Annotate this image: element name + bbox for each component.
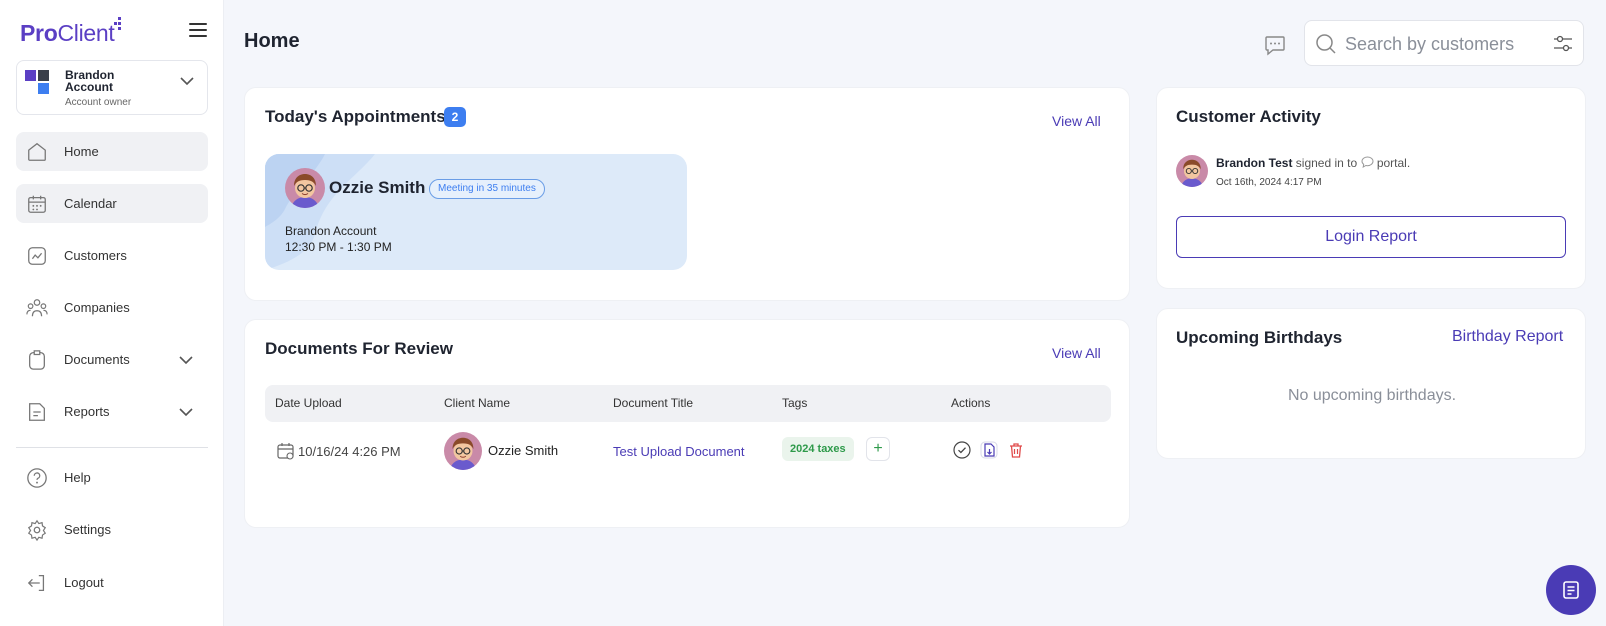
account-switcher[interactable]: Brandon Account Account owner (16, 60, 208, 115)
documents-view-all-link[interactable]: View All (1052, 345, 1101, 361)
add-tag-button[interactable]: + (866, 437, 890, 461)
table-header: Date Upload Client Name Document Title T… (265, 385, 1111, 422)
sidebar-item-label: Calendar (64, 196, 117, 211)
gear-icon (27, 519, 47, 541)
avatar (444, 432, 482, 470)
chevron-down-icon (179, 408, 193, 417)
sidebar-divider (16, 447, 208, 448)
column-header[interactable]: Document Title (613, 396, 693, 410)
sidebar-item-companies[interactable]: Companies (16, 288, 208, 327)
calendar-icon (277, 443, 294, 460)
sidebar-item-settings[interactable]: Settings (16, 510, 208, 549)
help-icon (27, 468, 47, 488)
appointments-title: Today's Appointments (265, 107, 446, 126)
search-input[interactable] (1345, 31, 1545, 57)
upload-date: 10/16/24 4:26 PM (298, 444, 401, 459)
tag-chip[interactable]: 2024 taxes (782, 437, 854, 461)
appointment-time: 12:30 PM - 1:30 PM (285, 240, 392, 254)
birthdays-title: Upcoming Birthdays (1176, 328, 1343, 347)
sidebar-item-label: Companies (64, 300, 130, 315)
people-icon (26, 299, 48, 317)
sidebar-item-label: Home (64, 144, 99, 159)
documents-card: Documents For Review View All Date Uploa… (244, 319, 1130, 528)
calendar-icon (28, 195, 46, 213)
column-header[interactable]: Actions (951, 396, 990, 410)
avatar (285, 168, 325, 208)
column-header[interactable]: Tags (782, 396, 807, 410)
chart-icon (28, 247, 46, 265)
chat-bubble-icon (1360, 156, 1374, 168)
birthday-report-link[interactable]: Birthday Report (1452, 328, 1563, 346)
sidebar-item-calendar[interactable]: Calendar (16, 184, 208, 223)
page-title: Home (244, 30, 300, 52)
help-widget-button[interactable] (1546, 565, 1596, 615)
report-icon (29, 403, 45, 421)
sidebar-item-label: Documents (64, 352, 130, 367)
activity-date: Oct 16th, 2024 4:17 PM (1216, 177, 1322, 188)
meeting-status-badge: Meeting in 35 minutes (429, 179, 545, 199)
sidebar-item-label: Customers (64, 248, 127, 263)
login-report-button[interactable]: Login Report (1176, 216, 1566, 258)
logout-icon (27, 575, 45, 591)
sidebar: ProClient Brandon Account Account owner … (0, 0, 224, 626)
appointments-card: Today's Appointments 2 View All Ozzie Sm… (244, 87, 1130, 301)
activity-user[interactable]: Brandon Test (1216, 156, 1292, 170)
app-logo[interactable]: ProClient (20, 20, 115, 47)
sidebar-item-label: Help (64, 470, 91, 485)
client-name[interactable]: Ozzie Smith (488, 443, 558, 458)
sidebar-item-label: Settings (64, 522, 111, 537)
sidebar-item-logout[interactable]: Logout (16, 563, 208, 602)
sidebar-item-label: Logout (64, 575, 104, 590)
chevron-down-icon (179, 356, 193, 365)
sidebar-item-label: Reports (64, 404, 110, 419)
appointments-view-all-link[interactable]: View All (1052, 113, 1101, 129)
search-icon (1316, 34, 1336, 54)
empty-state-text: No upcoming birthdays. (1287, 387, 1457, 404)
sidebar-item-help[interactable]: Help (16, 458, 208, 497)
sidebar-item-reports[interactable]: Reports (16, 392, 208, 431)
chat-icon[interactable] (1263, 33, 1287, 57)
appointment-account: Brandon Account (285, 224, 377, 238)
appointment-client-name: Ozzie Smith (329, 178, 426, 197)
home-icon (28, 142, 46, 161)
trash-icon[interactable] (1007, 441, 1025, 459)
activity-entry: Brandon Test signed in to portal. (1216, 156, 1411, 170)
chevron-down-icon (180, 77, 194, 86)
menu-toggle-icon[interactable] (189, 23, 207, 37)
document-title-link[interactable]: Test Upload Document (613, 444, 745, 459)
appointments-count-badge: 2 (444, 107, 466, 127)
approve-icon[interactable] (953, 441, 971, 459)
clipboard-icon (29, 350, 45, 370)
sidebar-item-home[interactable]: Home (16, 132, 208, 171)
account-logo-icon (25, 70, 51, 96)
search-box[interactable] (1304, 20, 1584, 66)
birthdays-card: Upcoming Birthdays Birthday Report No up… (1156, 308, 1586, 459)
customer-activity-title: Customer Activity (1176, 107, 1321, 126)
avatar (1176, 155, 1208, 187)
column-header[interactable]: Date Upload (275, 396, 342, 410)
column-header[interactable]: Client Name (444, 396, 510, 410)
logo-dots-icon (114, 17, 122, 30)
sidebar-item-documents[interactable]: Documents (16, 340, 208, 379)
filter-icon[interactable] (1553, 34, 1573, 54)
book-icon (1563, 581, 1579, 599)
account-role: Account owner (65, 97, 132, 108)
appointment-card[interactable]: Ozzie Smith Meeting in 35 minutes Brando… (265, 154, 687, 270)
customer-activity-card: Customer Activity Brandon Test signed in… (1156, 87, 1586, 289)
sidebar-item-customers[interactable]: Customers (16, 236, 208, 275)
documents-title: Documents For Review (265, 339, 453, 358)
account-name: Brandon Account (65, 68, 115, 94)
download-icon[interactable] (980, 441, 998, 459)
